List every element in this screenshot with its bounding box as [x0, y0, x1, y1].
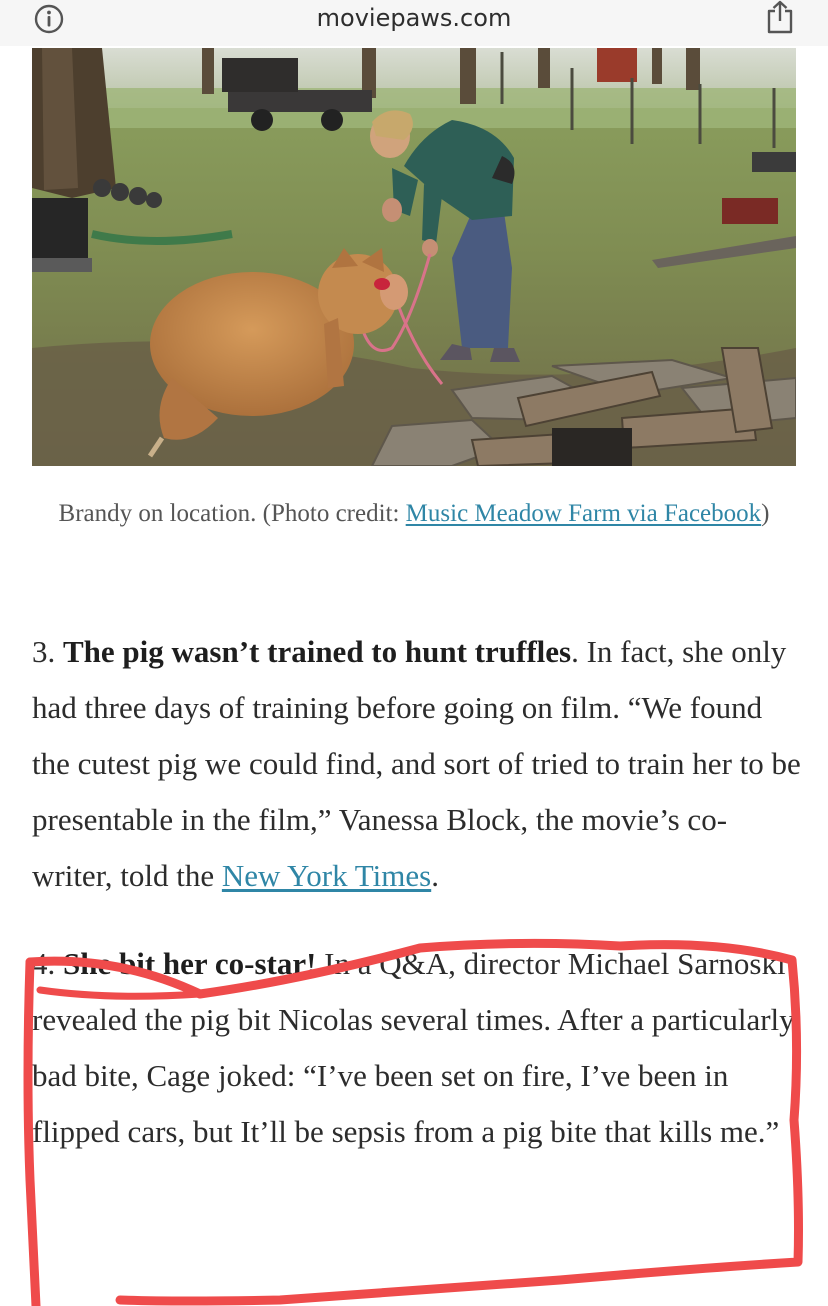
caption-credit-link[interactable]: Music Meadow Farm via Facebook: [406, 500, 761, 527]
item-4-heading: She bit her co-star!: [63, 946, 317, 981]
list-item-4: 4. She bit her co-star! In a Q&A, direct…: [32, 936, 804, 1160]
article-body: 3. The pig wasn’t trained to hunt truffl…: [32, 624, 804, 1192]
info-circle-icon[interactable]: [34, 4, 64, 34]
item-3-end: .: [431, 858, 439, 893]
item-3-heading: The pig wasn’t trained to hunt truffles: [63, 634, 572, 669]
browser-top-bar: moviepaws.com: [0, 0, 828, 46]
new-york-times-link[interactable]: New York Times: [222, 858, 431, 893]
photo-caption: Brandy on location. (Photo credit: Music…: [32, 486, 796, 542]
address-bar-url[interactable]: moviepaws.com: [0, 4, 828, 32]
caption-closing: ): [761, 500, 770, 527]
article-photo: [32, 48, 796, 466]
pig-training-photo-illustration: [32, 48, 796, 466]
item-4-number: 4.: [32, 946, 63, 981]
list-item-3: 3. The pig wasn’t trained to hunt truffl…: [32, 624, 804, 904]
caption-text: Brandy on location. (Photo credit:: [58, 500, 406, 527]
item-3-number: 3.: [32, 634, 63, 669]
share-icon[interactable]: [764, 0, 796, 34]
item-3-body: . In fact, she only had three days of tr…: [32, 634, 801, 893]
